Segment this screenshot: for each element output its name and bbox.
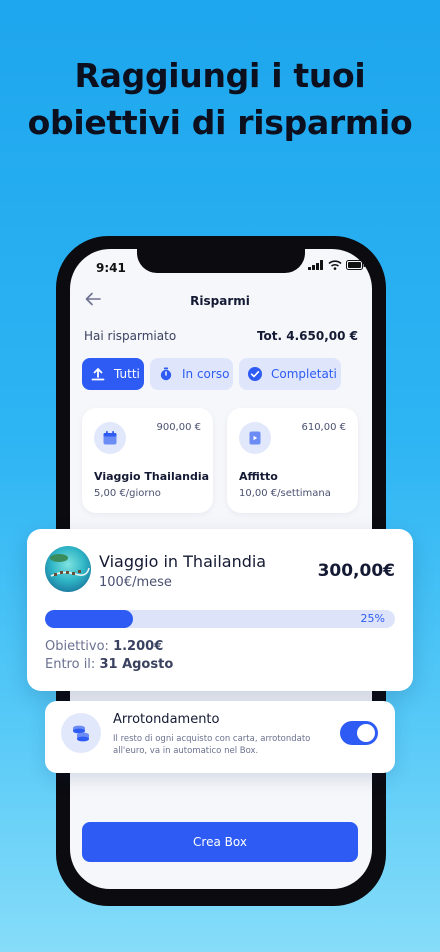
box-rate: 10,00 €/settimana [239,488,331,499]
goal-progress-label: 25% [360,612,385,625]
create-box-button[interactable]: Crea Box [82,822,358,862]
phone-notch [137,249,305,273]
box-card-rent[interactable]: 610,00 € Affitto 10,00 €/settimana [227,408,358,513]
box-amount: 900,00 € [156,422,201,433]
rounding-card: Arrotondamento Il resto di ogni acquisto… [45,701,395,773]
stopwatch-icon [158,366,174,382]
goal-deadline-label: Entro il: [45,657,96,672]
box-name: Affitto [239,470,278,483]
signal-icon [308,260,323,270]
rounding-description: Il resto di ogni acquisto con carta, arr… [113,734,311,756]
coins-icon [61,713,101,753]
saved-label: Hai risparmiato [84,329,177,343]
page-title: Risparmi [190,294,250,308]
status-time: 9:41 [96,261,126,275]
goal-target: Obiettivo: 1.200€ [45,639,163,654]
wifi-icon [328,260,342,270]
goal-deadline: Entro il: 31 Agosto [45,657,173,672]
saved-total: Tot. 4.650,00 € [256,329,358,343]
back-button[interactable] [84,290,102,308]
goal-progress-bar: 25% [45,610,395,628]
box-card-thailand[interactable]: 900,00 € Viaggio Thailandia 5,00 €/giorn… [82,408,213,513]
goal-deadline-value: 31 Agosto [99,657,174,672]
box-rate: 5,00 €/giorno [94,488,161,499]
arrow-left-icon [85,292,101,306]
document-icon [239,422,271,454]
tab-in-progress-label: In corso [182,367,230,381]
check-circle-icon [247,366,263,382]
toggle-knob [357,724,375,742]
goal-progress-fill [45,610,133,628]
goal-card[interactable]: Viaggio in Thailandia 100€/mese 300,00€ … [27,529,413,691]
status-icons [308,260,366,270]
goal-target-label: Obiettivo: [45,639,109,654]
headline: Raggiungi i tuoi obiettivi di risparmio [0,52,440,146]
tab-all[interactable]: Tutti [82,358,144,390]
goal-target-value: 1.200€ [113,639,164,654]
goal-title: Viaggio in Thailandia [99,552,267,571]
goal-monthly: 100€/mese [99,575,172,590]
box-amount: 610,00 € [301,422,346,433]
headline-line-2: obiettivi di risparmio [27,103,413,142]
upload-icon [90,366,106,382]
goal-amount: 300,00€ [317,561,395,581]
calendar-icon [94,422,126,454]
battery-icon [346,260,365,270]
tab-all-label: Tutti [114,367,140,381]
rounding-toggle[interactable] [340,721,378,745]
box-name: Viaggio Thailandia [94,470,210,483]
tab-in-progress[interactable]: In corso [150,358,233,390]
rounding-title: Arrotondamento [113,712,220,727]
tab-completed[interactable]: Completati [239,358,341,390]
goal-image [45,546,91,592]
tab-completed-label: Completati [271,367,337,381]
headline-line-1: Raggiungi i tuoi [74,56,366,95]
